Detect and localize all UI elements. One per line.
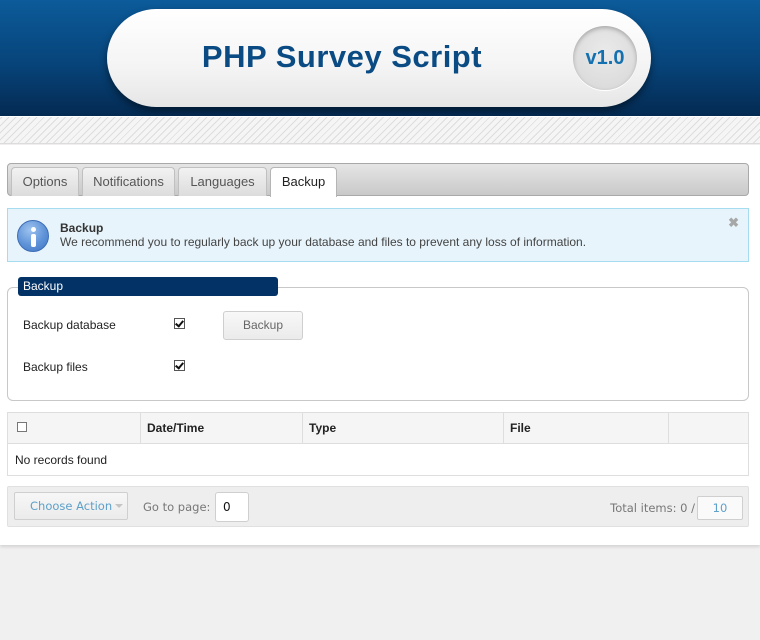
notice-text: We recommend you to regularly back up yo… [60, 235, 587, 249]
goto-page-input[interactable] [215, 492, 249, 522]
header-banner: PHP Survey Script v1.0 [0, 0, 760, 116]
backups-table: Date/Time Type File No records found [7, 412, 749, 476]
fieldset-legend: Backup [18, 277, 278, 296]
choose-action-label: Choose Action [30, 499, 113, 513]
backup-database-label: Backup database [23, 318, 116, 332]
notice-title: Backup [60, 221, 104, 235]
version-badge: v1.0 [573, 26, 637, 90]
close-icon[interactable]: ✖ [728, 215, 739, 231]
choose-action-dropdown[interactable]: Choose Action [14, 492, 128, 520]
column-actions [669, 413, 748, 444]
total-items-label: Total items: 0 / [610, 501, 695, 515]
tab-bar: Options Notifications Languages Backup [7, 163, 749, 197]
goto-page-label: Go to page: [143, 500, 211, 514]
tab-options[interactable]: Options [11, 167, 79, 196]
column-type[interactable]: Type [303, 413, 504, 444]
main-panel: Options Notifications Languages Backup B… [0, 145, 760, 545]
info-notice: Backup We recommend you to regularly bac… [7, 208, 749, 262]
items-per-page-button[interactable]: 10 [697, 496, 743, 520]
decorative-stripe [0, 116, 760, 144]
tab-languages[interactable]: Languages [178, 167, 267, 196]
info-icon [17, 220, 49, 252]
backup-fieldset [7, 287, 749, 401]
column-file[interactable]: File [504, 413, 669, 444]
app-title: PHP Survey Script [201, 39, 483, 74]
backup-database-checkbox[interactable] [174, 318, 185, 329]
column-select [8, 413, 141, 444]
tab-backup[interactable]: Backup [270, 167, 337, 197]
column-datetime[interactable]: Date/Time [141, 413, 303, 444]
backup-files-label: Backup files [23, 360, 88, 374]
tab-notifications[interactable]: Notifications [82, 167, 175, 196]
backup-files-checkbox[interactable] [174, 360, 185, 371]
backup-button[interactable]: Backup [223, 311, 303, 340]
empty-message: No records found [15, 453, 108, 467]
chevron-down-icon [115, 504, 123, 508]
select-all-checkbox[interactable] [17, 422, 27, 432]
logo-pill: PHP Survey Script v1.0 [107, 9, 651, 107]
pagination-bar: Choose Action Go to page: Total items: 0… [7, 486, 749, 527]
